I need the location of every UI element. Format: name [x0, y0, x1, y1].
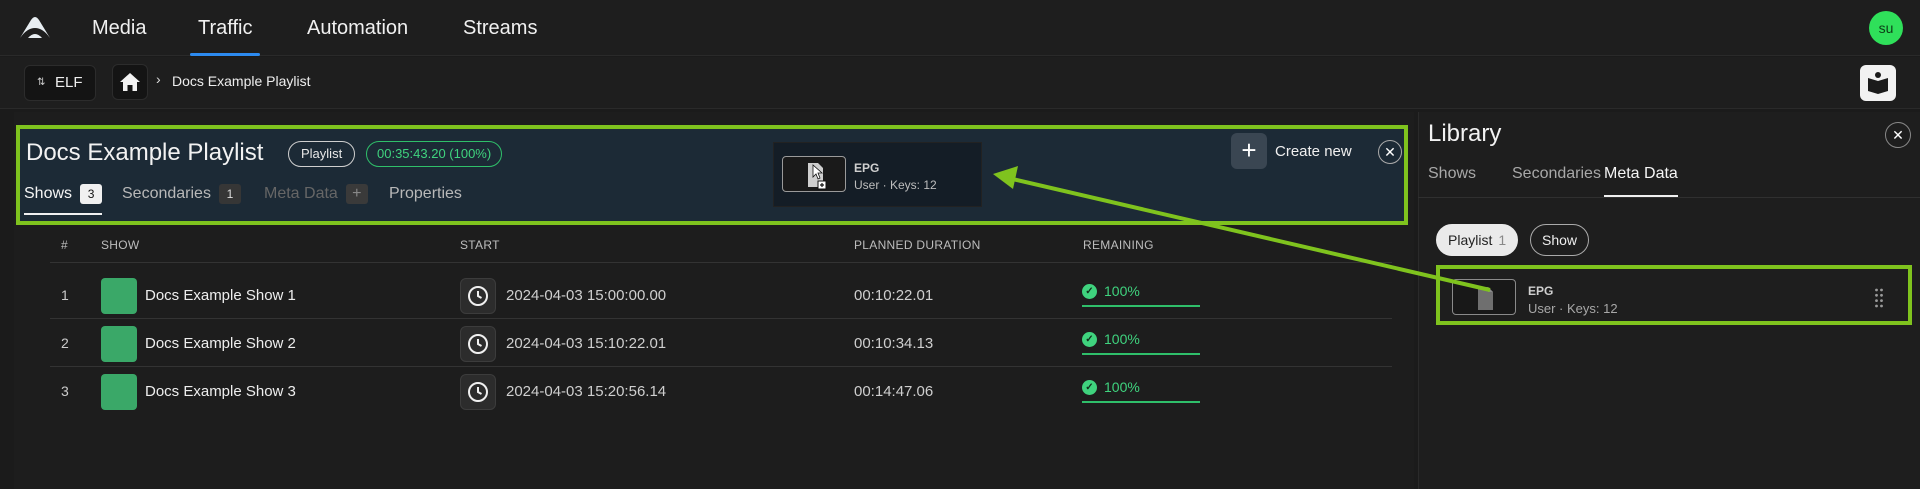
show-thumbnail	[101, 326, 137, 362]
check-circle-icon: ✓	[1082, 284, 1097, 299]
tab-label: Shows	[24, 185, 73, 202]
check-circle-icon: ✓	[1082, 380, 1097, 395]
check-circle-icon: ✓	[1082, 332, 1097, 347]
tab-count: 3	[80, 184, 103, 204]
nav-traffic[interactable]: Traffic	[189, 0, 261, 56]
tab-secondaries[interactable]: Secondaries 1	[122, 181, 241, 215]
tab-meta-data[interactable]: Meta Data +	[264, 181, 368, 215]
start-time: 2024-04-03 15:00:00.00	[506, 287, 667, 304]
library-item-epg[interactable]: EPG User · Keys: 12	[1436, 265, 1912, 325]
table-header-divider	[50, 262, 1392, 263]
chevron-right-icon: ›	[156, 71, 161, 87]
column-header-show: SHOW	[101, 238, 140, 252]
filter-chip-playlist[interactable]: Playlist 1	[1436, 224, 1519, 256]
ghost-name: EPG	[854, 161, 880, 175]
user-avatar[interactable]: su	[1869, 11, 1903, 45]
page-title: Docs Example Playlist	[26, 139, 264, 166]
library-tab-meta-data[interactable]: Meta Data	[1604, 164, 1678, 197]
duration-badge: 00:35:43.20 (100%)	[366, 141, 503, 167]
show-name[interactable]: Docs Example Show 2	[145, 335, 296, 352]
remaining-value: 100%	[1104, 283, 1140, 299]
row-number: 2	[61, 335, 69, 351]
tab-label: Secondaries	[122, 185, 211, 202]
nav-streams[interactable]: Streams	[463, 0, 537, 56]
table-row[interactable]: 1 Docs Example Show 1 2024-04-03 15:00:0…	[50, 271, 1392, 319]
create-new-label[interactable]: Create new	[1275, 143, 1352, 160]
tab-shows[interactable]: Shows 3	[24, 181, 103, 215]
library-tab-shows[interactable]: Shows	[1428, 164, 1476, 197]
remaining-indicator: ✓ 100%	[1082, 281, 1200, 307]
remaining-indicator: ✓ 100%	[1082, 329, 1200, 355]
start-time: 2024-04-03 15:20:56.14	[506, 383, 667, 400]
planned-duration: 00:14:47.06	[854, 383, 934, 400]
remaining-value: 100%	[1104, 379, 1140, 395]
close-library-button[interactable]: ✕	[1885, 122, 1911, 148]
drag-handle-icon[interactable]	[1874, 287, 1884, 309]
ghost-meta: User · Keys: 12	[854, 178, 937, 192]
column-header-remaining: REMAINING	[1083, 238, 1154, 252]
tab-label: Meta Data	[264, 185, 338, 202]
library-item-name: EPG	[1528, 284, 1554, 298]
column-header-duration: PLANNED DURATION	[854, 238, 981, 252]
chip-count: 1	[1498, 232, 1507, 248]
library-toggle-button[interactable]	[1860, 65, 1896, 101]
planned-duration: 00:10:22.01	[854, 287, 934, 304]
document-thumbnail	[1452, 279, 1516, 315]
filter-chip-show[interactable]: Show	[1530, 224, 1590, 256]
chip-label: Show	[1542, 232, 1578, 248]
show-name[interactable]: Docs Example Show 1	[145, 287, 296, 304]
tab-label: Properties	[389, 185, 462, 202]
close-icon: ✕	[1892, 127, 1904, 143]
playlist-type-badge: Playlist	[288, 141, 356, 167]
table-row[interactable]: 3 Docs Example Show 3 2024-04-03 15:20:5…	[50, 367, 1392, 415]
create-new-button[interactable]: +	[1231, 133, 1267, 169]
planned-duration: 00:10:34.13	[854, 335, 934, 352]
library-title: Library	[1428, 120, 1502, 147]
playlist-header-dropzone[interactable]: Docs Example Playlist Playlist 00:35:43.…	[16, 125, 1408, 225]
show-thumbnail	[101, 278, 137, 314]
library-item-meta: User · Keys: 12	[1528, 301, 1618, 316]
row-number: 1	[61, 287, 69, 303]
remaining-indicator: ✓ 100%	[1082, 377, 1200, 403]
start-time: 2024-04-03 15:10:22.01	[506, 335, 667, 352]
close-icon: ✕	[1384, 144, 1396, 160]
document-icon	[808, 163, 827, 190]
close-playlist-button[interactable]: ✕	[1378, 140, 1402, 164]
home-icon	[120, 73, 140, 91]
document-icon	[1478, 287, 1493, 310]
environment-select[interactable]: ⇅ ELF	[24, 65, 96, 101]
clock-icon	[468, 286, 488, 306]
clock-button[interactable]	[460, 278, 496, 314]
column-header-start: START	[460, 238, 500, 252]
plus-icon: +	[345, 184, 368, 204]
breadcrumb-bar: ⇅ ELF › Docs Example Playlist	[0, 57, 1920, 109]
updown-caret-icon: ⇅	[37, 77, 46, 88]
home-button[interactable]	[112, 64, 148, 100]
table-row[interactable]: 2 Docs Example Show 2 2024-04-03 15:10:2…	[50, 319, 1392, 367]
show-thumbnail	[101, 374, 137, 410]
clock-button[interactable]	[460, 326, 496, 362]
tab-count: 1	[218, 184, 241, 204]
clock-icon	[468, 334, 488, 354]
plus-icon: +	[1241, 135, 1257, 165]
tab-properties[interactable]: Properties	[389, 181, 462, 215]
drag-ghost-item: EPG User · Keys: 12	[773, 142, 982, 207]
clock-icon	[468, 382, 488, 402]
show-name[interactable]: Docs Example Show 3	[145, 383, 296, 400]
document-thumbnail	[782, 156, 846, 192]
library-divider	[1418, 197, 1920, 198]
chip-label: Playlist	[1448, 232, 1493, 248]
breadcrumb-current[interactable]: Docs Example Playlist	[172, 73, 311, 89]
column-header-number: #	[61, 238, 68, 252]
library-tab-secondaries[interactable]: Secondaries	[1512, 164, 1601, 197]
row-number: 3	[61, 383, 69, 399]
nav-media[interactable]: Media	[92, 0, 146, 56]
book-icon	[1868, 72, 1888, 94]
environment-label: ELF	[55, 74, 83, 91]
clock-button[interactable]	[460, 374, 496, 410]
top-navigation-bar: Media Traffic Automation Streams su	[0, 0, 1920, 56]
app-logo[interactable]	[18, 14, 52, 40]
nav-automation[interactable]: Automation	[307, 0, 408, 56]
remaining-value: 100%	[1104, 331, 1140, 347]
